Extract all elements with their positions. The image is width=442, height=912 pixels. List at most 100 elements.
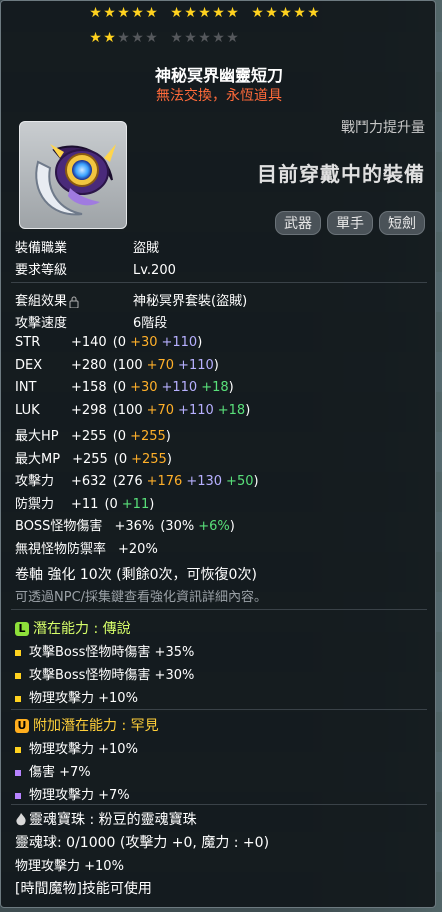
stat-name: 攻擊力 <box>15 474 55 489</box>
additional-line-1: 物理攻擊力 +10% <box>15 738 138 757</box>
legendary-potential-icon: L <box>15 622 29 636</box>
stat-row: 最大HP +255 (0 +255) <box>15 425 171 444</box>
stat-total: +255 <box>71 429 107 444</box>
stat-base: (30% <box>160 519 195 534</box>
star-filled-icon: ★ <box>89 30 102 46</box>
stat-flame-bonus: +110 <box>161 380 198 395</box>
set-effect-value: 神秘冥界套裝(盜賊) <box>133 294 248 309</box>
stat-star-bonus: +30 <box>130 380 158 395</box>
stat-base: (100 <box>112 402 143 418</box>
potential-line-3: 物理攻擊力 +10% <box>15 687 138 706</box>
stat-close: ) <box>165 429 171 444</box>
stat-flame-bonus: +110 <box>161 335 198 350</box>
stat-base: (276 <box>112 474 143 489</box>
stat-total: +298 <box>71 402 107 418</box>
star-filled-icon: ★ <box>279 5 292 21</box>
bullet-icon <box>15 769 21 776</box>
stat-base: (0 <box>104 496 118 512</box>
stat-base: (0 <box>113 451 128 467</box>
item-icon-frame <box>19 121 127 229</box>
additional-potential-header: U 附加潛在能力 : 罕見 <box>15 715 159 735</box>
potential-line-1: 攻擊Boss怪物時傷害 +35% <box>15 641 194 660</box>
stat-extra-bonus: +50 <box>226 474 254 489</box>
star-filled-icon: ★ <box>184 5 197 21</box>
star-filled-icon: ★ <box>226 5 239 21</box>
stat-close: ) <box>245 402 251 418</box>
equipped-banner: 目前穿戴中的裝備 <box>257 162 425 186</box>
star-filled-icon: ★ <box>103 5 116 21</box>
additional-line-text: 傷害 +7% <box>29 765 91 780</box>
stat-row: 無視怪物防禦率 +20% <box>15 538 164 557</box>
chip-dagger: 短劍 <box>379 211 425 235</box>
item-tradability: 無法交換，永恆道具 <box>156 88 282 104</box>
star-group: ★ ★ ★ ★ ★ <box>170 30 239 46</box>
combat-power-label: 戰鬥力提升量 <box>341 120 425 136</box>
stat-name: DEX <box>15 357 43 373</box>
stat-name: 防禦力 <box>15 496 55 512</box>
star-empty-icon: ★ <box>170 30 183 46</box>
star-empty-icon: ★ <box>145 30 158 46</box>
additional-line-text: 物理攻擊力 +10% <box>29 742 138 757</box>
potential-line-text: 物理攻擊力 +10% <box>29 691 138 706</box>
stat-star-bonus: +255 <box>131 451 167 467</box>
stat-row: 防禦力 +11 (0 +11) <box>15 493 154 512</box>
star-group: ★ ★ ★ ★ ★ <box>251 5 320 21</box>
additional-title: 附加潛在能力 : 罕見 <box>33 718 159 734</box>
star-group: ★ ★ ★ ★ ★ <box>170 5 239 21</box>
attack-speed-row: 攻擊速度 6階段 <box>15 312 167 331</box>
star-empty-icon: ★ <box>131 30 144 46</box>
set-effect-row: 套組效果 神秘冥界套裝(盜賊) <box>15 290 247 309</box>
scroll-upgrade-line: 卷軸 強化 10次 (剩餘0次，可恢復0次) <box>15 567 257 583</box>
stat-close: ) <box>253 474 259 489</box>
stat-close: ) <box>228 380 234 395</box>
stat-close: ) <box>213 357 219 373</box>
stat-extra-bonus: +18 <box>217 402 246 418</box>
stat-total: +632 <box>71 474 107 489</box>
star-group: ★ ★ ★ ★ ★ <box>89 5 158 21</box>
star-filled-icon: ★ <box>251 5 264 21</box>
star-filled-icon: ★ <box>198 5 211 21</box>
stat-name: 最大MP <box>15 451 61 467</box>
req-level-row: 要求等級 Lv.200 <box>15 259 176 278</box>
stat-extra-bonus: +6% <box>198 519 230 534</box>
soul-skill: [時間魔物]技能可使用 <box>15 881 152 897</box>
divider <box>11 282 427 283</box>
req-job-label: 裝備職業 <box>15 241 68 256</box>
stat-star-bonus: +70 <box>146 402 175 418</box>
star-filled-icon: ★ <box>131 5 144 21</box>
attack-speed-value: 6階段 <box>133 316 168 331</box>
stat-row: BOSS怪物傷害 +36% (30% +6%) <box>15 515 235 534</box>
stat-star-bonus: +70 <box>146 357 175 373</box>
stat-close: ) <box>229 519 235 534</box>
stat-total: +255 <box>72 451 108 467</box>
req-level-value: Lv.200 <box>133 263 176 278</box>
soul-gauge: 靈魂球: 0/1000 (攻擊力 +0, 魔力 : +0) <box>15 835 270 851</box>
star-filled-icon: ★ <box>117 5 130 21</box>
soul-flame-icon <box>16 813 26 826</box>
scroll-hint: 可透過NPC/採集鍵查看強化資訊詳細內容。 <box>15 590 268 605</box>
star-filled-icon: ★ <box>145 5 158 21</box>
soul-title: 靈魂寶珠 : 粉豆的靈魂寶珠 <box>29 812 197 828</box>
stat-star-bonus: +176 <box>146 474 183 489</box>
req-job-row: 裝備職業 盜賊 <box>15 237 159 256</box>
unique-potential-icon: U <box>15 719 29 733</box>
potential-line-2: 攻擊Boss怪物時傷害 +30% <box>15 664 194 683</box>
stat-name: BOSS怪物傷害 <box>15 519 103 534</box>
stat-base: (0 <box>112 429 127 444</box>
stat-base: (100 <box>112 357 143 373</box>
star-group: ★ ★ ★ ★ ★ <box>89 30 158 46</box>
stat-row: LUK +298 (100 +70 +110 +18) <box>15 403 250 418</box>
star-filled-icon: ★ <box>293 5 306 21</box>
stat-flame-bonus: +110 <box>178 402 214 418</box>
stat-total: +20% <box>118 541 158 557</box>
stat-close: ) <box>149 496 155 512</box>
stat-name: 無視怪物防禦率 <box>15 541 107 557</box>
stat-total: +158 <box>71 380 107 395</box>
star-filled-icon: ★ <box>103 30 116 46</box>
item-category-chips: 武器 單手 短劍 <box>275 211 425 235</box>
req-job-value: 盜賊 <box>133 241 160 256</box>
stat-row: 最大MP +255 (0 +255) <box>15 448 172 467</box>
star-empty-icon: ★ <box>117 30 130 46</box>
item-name: 神秘冥界幽靈短刀 <box>154 66 283 85</box>
stat-row: STR +140 (0 +30 +110) <box>15 335 202 350</box>
